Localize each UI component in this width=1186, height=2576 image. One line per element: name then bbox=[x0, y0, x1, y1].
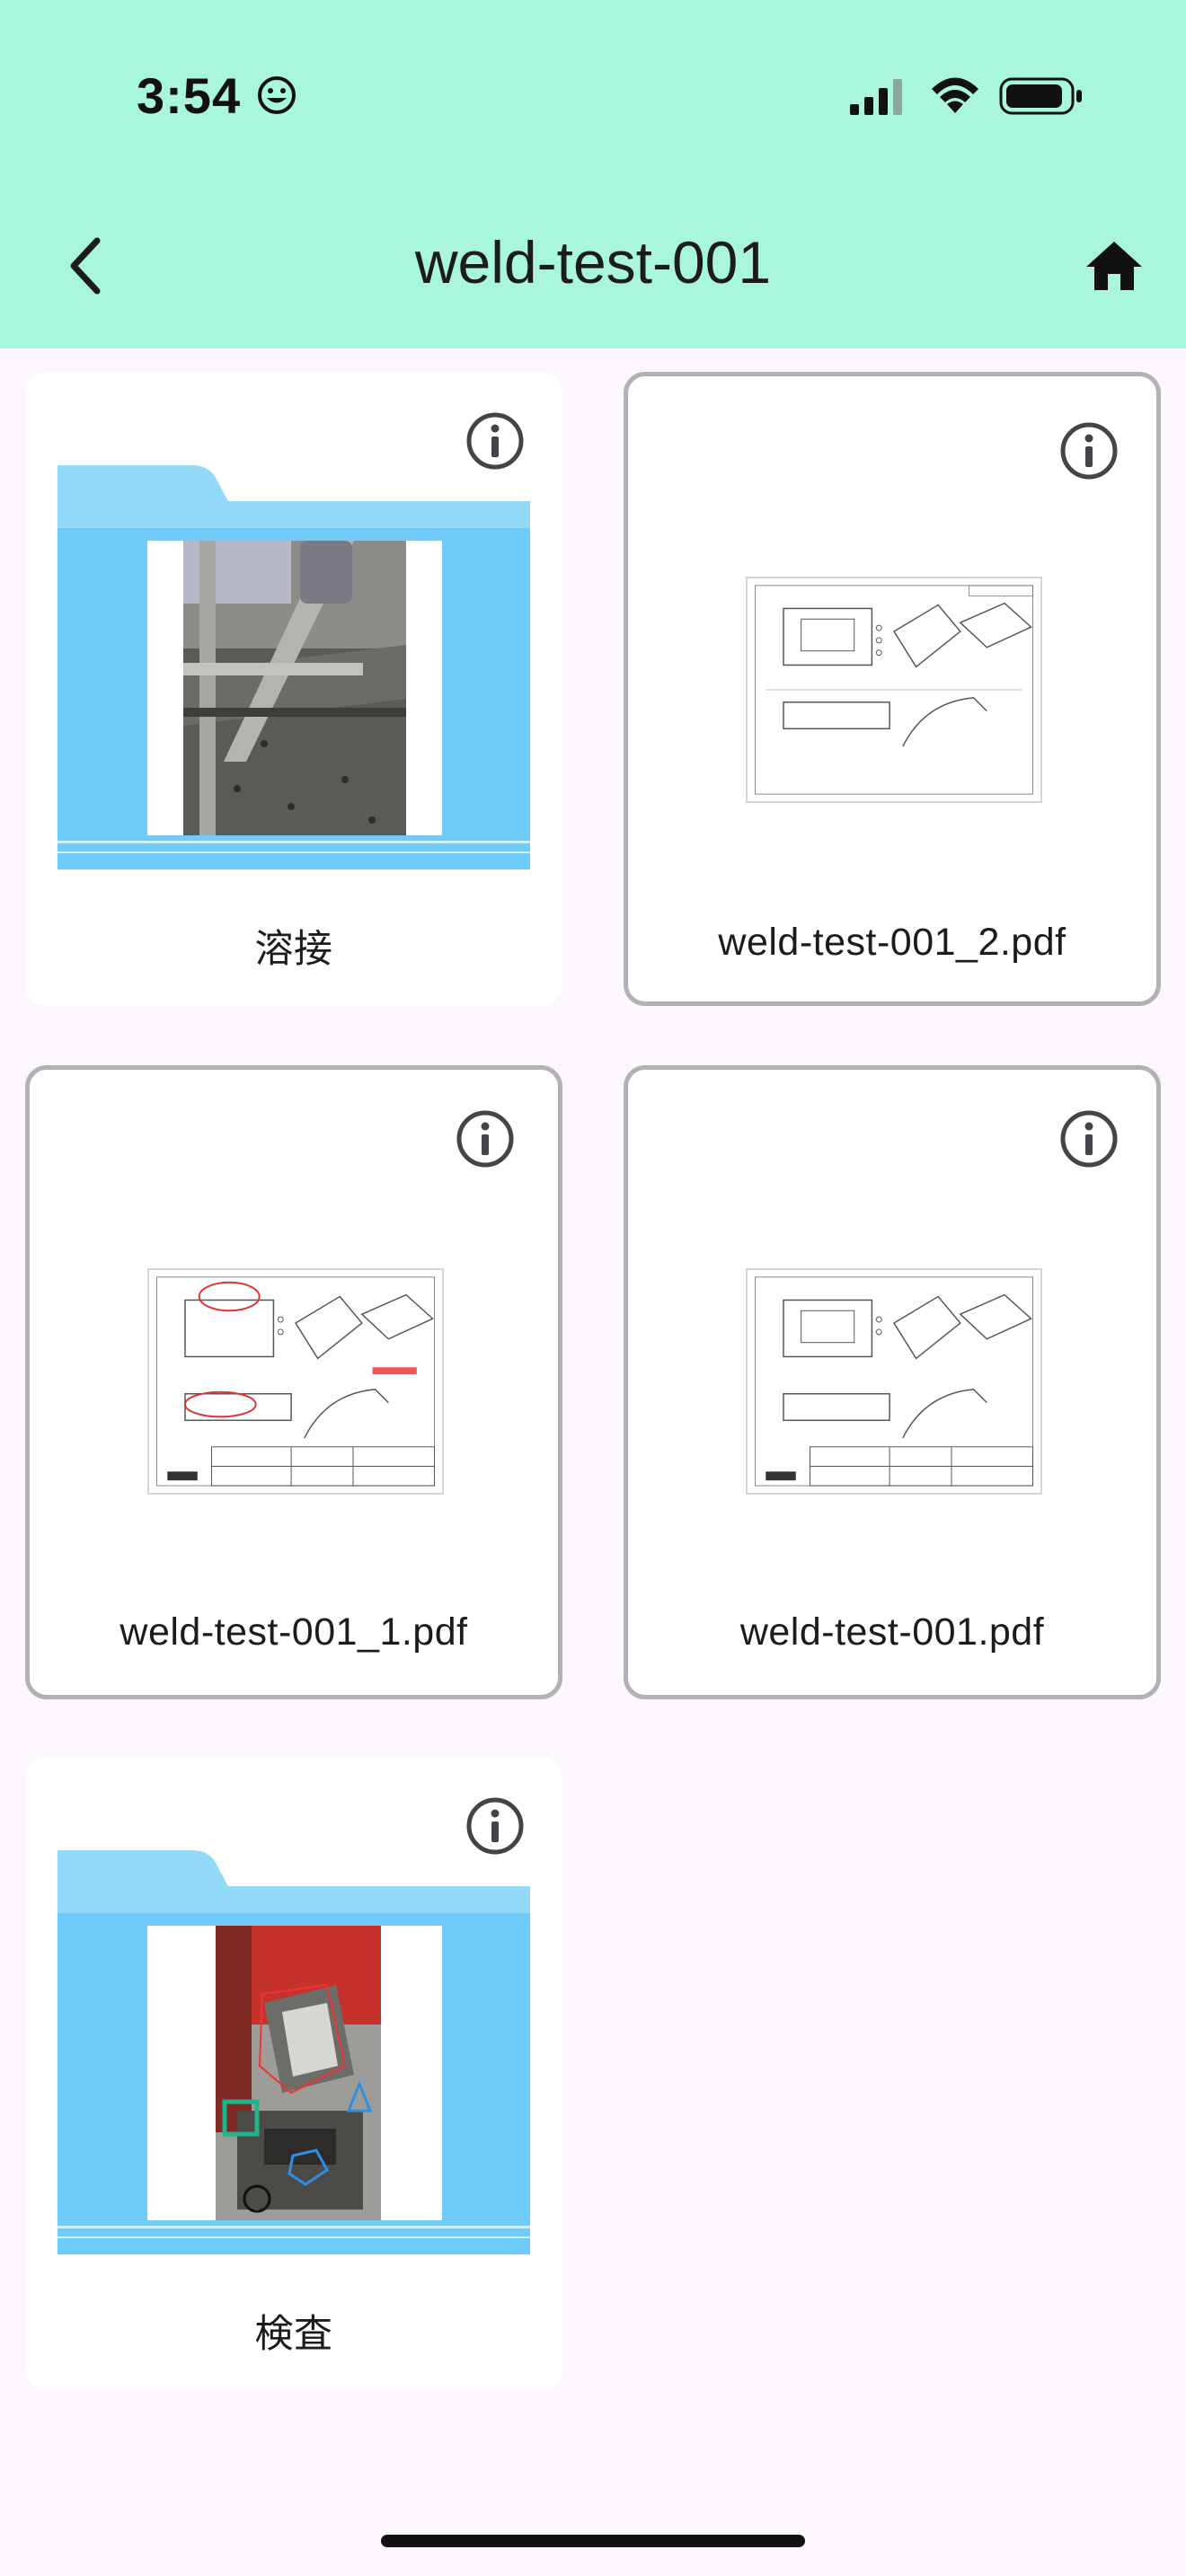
home-button[interactable] bbox=[1078, 230, 1150, 302]
folder-icon bbox=[58, 465, 530, 869]
card-label: weld-test-001_2.pdf bbox=[718, 921, 1067, 964]
battery-icon bbox=[999, 77, 1082, 115]
folder-card[interactable]: 溶接 bbox=[25, 372, 562, 1006]
pdf-card[interactable]: weld-test-001_2.pdf bbox=[624, 372, 1161, 1006]
info-icon[interactable] bbox=[1059, 421, 1119, 481]
home-indicator[interactable] bbox=[381, 2535, 805, 2547]
page-title: weld-test-001 bbox=[414, 229, 772, 296]
pdf-thumbnail bbox=[746, 577, 1042, 803]
cellular-signal-icon bbox=[850, 79, 902, 115]
info-icon[interactable] bbox=[1059, 1109, 1119, 1169]
info-icon[interactable] bbox=[465, 1796, 525, 1856]
pdf-card[interactable]: weld-test-001_1.pdf bbox=[25, 1065, 562, 1699]
card-label: 溶接 bbox=[254, 928, 333, 971]
card-label: weld-test-001.pdf bbox=[739, 1610, 1045, 1654]
app-bar: 3:54 weld-test-001 bbox=[0, 0, 1186, 348]
home-icon bbox=[1086, 242, 1142, 290]
info-icon[interactable] bbox=[456, 1109, 515, 1169]
card-label: weld-test-001_1.pdf bbox=[119, 1610, 468, 1654]
info-icon[interactable] bbox=[465, 411, 525, 471]
pdf-thumbnail bbox=[746, 1268, 1042, 1495]
smiley-icon bbox=[258, 76, 296, 114]
pdf-thumbnail bbox=[147, 1268, 444, 1495]
folder-card[interactable]: 検査 bbox=[25, 1757, 562, 2391]
status-time: 3:54 bbox=[137, 67, 242, 124]
card-label: 検査 bbox=[254, 2313, 333, 2356]
pdf-card[interactable]: weld-test-001.pdf bbox=[624, 1065, 1161, 1699]
folder-icon bbox=[58, 1850, 530, 2254]
wifi-icon bbox=[932, 77, 978, 113]
